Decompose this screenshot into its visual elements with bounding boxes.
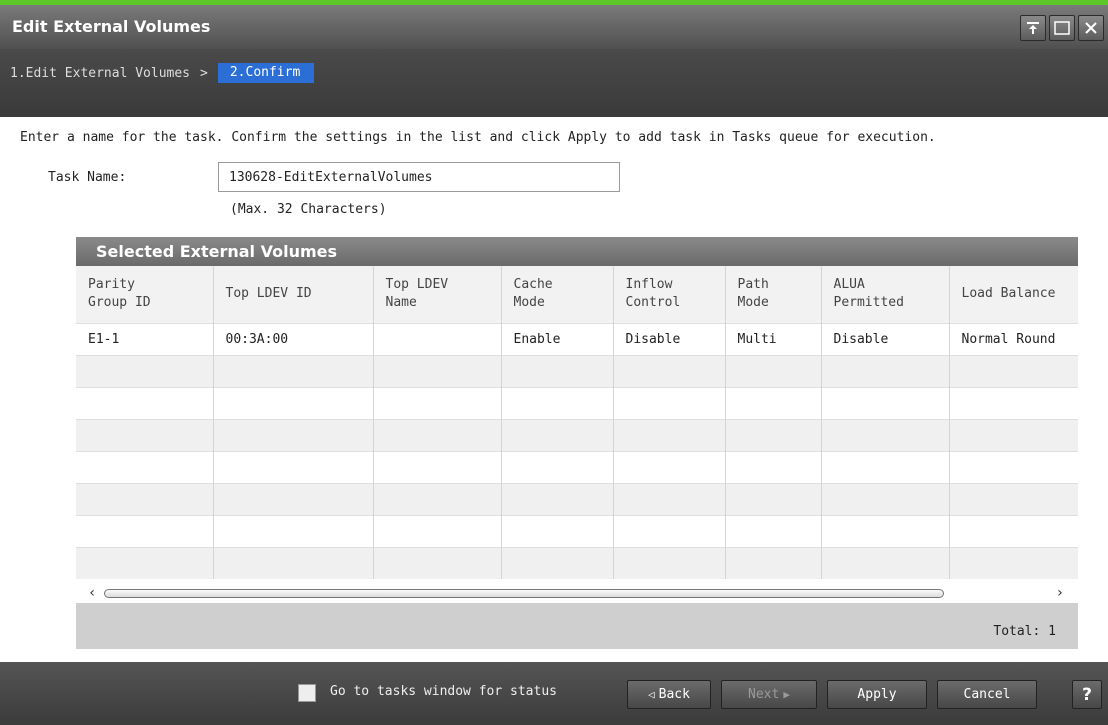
selected-volumes-panel: Selected External Volumes Parity Group ID… [76,237,1078,649]
empty-table-row [76,386,1078,419]
task-name-input[interactable] [218,162,620,192]
apply-button[interactable]: Apply [827,680,927,709]
cancel-button[interactable]: Cancel [937,680,1037,709]
cell-top-ldev-id: 00:3A:00 [213,322,374,355]
wizard-step-edit: 1.Edit External Volumes [10,65,191,81]
cell-parity-group-id: E1-1 [76,322,214,355]
wizard-step-separator: > [200,65,208,81]
cell-alua-permitted: Disable [821,322,950,355]
maximize-icon[interactable] [1049,15,1075,41]
chevron-right-icon: ▶ [783,688,790,701]
total-count: Total: 1 [993,624,1056,639]
task-name-hint: (Max. 32 Characters) [230,202,387,217]
empty-table-row [76,450,1078,483]
scroll-right-icon[interactable]: › [1056,585,1064,601]
column-header-load-balance[interactable]: Load Balance [949,266,1078,323]
horizontal-scrollbar[interactable]: ‹ › [76,585,1078,603]
empty-table-row [76,354,1078,387]
empty-table-row [76,418,1078,451]
footer-bar: Go to tasks window for status ◁ Back Nex… [0,662,1108,725]
go-to-tasks-label[interactable]: Go to tasks window for status [330,684,557,699]
panel-title: Selected External Volumes [76,237,1078,266]
back-button[interactable]: ◁ Back [627,680,711,709]
window-controls [1020,15,1104,41]
volumes-table: Parity Group ID Top LDEV ID Top LDEV Name … [76,266,1078,579]
cell-inflow-control: Disable [613,322,726,355]
column-header-top-ldev-name[interactable]: Top LDEV Name [373,266,502,323]
column-header-parity-group-id[interactable]: Parity Group ID [76,266,214,323]
column-header-path-mode[interactable]: Path Mode [725,266,822,323]
close-icon[interactable] [1078,15,1104,41]
empty-table-row [76,546,1078,579]
column-header-alua-permitted[interactable]: ALUA Permitted [821,266,950,323]
scroll-left-icon[interactable]: ‹ [88,585,96,601]
column-header-inflow-control[interactable]: Inflow Control [613,266,726,323]
wizard-steps: 1.Edit External Volumes > 2.Confirm [10,63,315,83]
chevron-left-icon: ◁ [648,688,655,701]
volumes-table-container: Parity Group ID Top LDEV ID Top LDEV Name … [76,266,1078,585]
scrollbar-thumb[interactable] [104,589,944,598]
help-button[interactable]: ? [1072,680,1102,709]
cell-cache-mode: Enable [501,322,614,355]
table-row[interactable]: E1-1 00:3A:00 Enable Disable Multi Disab… [76,322,1078,355]
empty-table-row [76,482,1078,515]
task-name-label: Task Name: [48,170,127,185]
column-header-cache-mode[interactable]: Cache Mode [501,266,614,323]
cell-path-mode: Multi [725,322,822,355]
cell-load-balance: Normal Round [949,322,1078,355]
wizard-step-confirm: 2.Confirm [217,63,315,83]
next-button[interactable]: Next ▶ [721,680,817,709]
instruction-text: Enter a name for the task. Confirm the s… [20,130,936,145]
title-bar: Edit External Volumes [0,5,1108,49]
go-to-tasks-checkbox[interactable] [298,684,316,702]
wizard-steps-bar: 1.Edit External Volumes > 2.Confirm [0,49,1108,117]
cell-top-ldev-name [373,322,502,355]
total-label: Total: [993,624,1041,639]
column-header-top-ldev-id[interactable]: Top LDEV ID [213,266,374,323]
total-value: 1 [1048,624,1056,639]
window-title: Edit External Volumes [12,17,211,36]
pin-icon[interactable] [1020,15,1046,41]
empty-table-row [76,514,1078,547]
